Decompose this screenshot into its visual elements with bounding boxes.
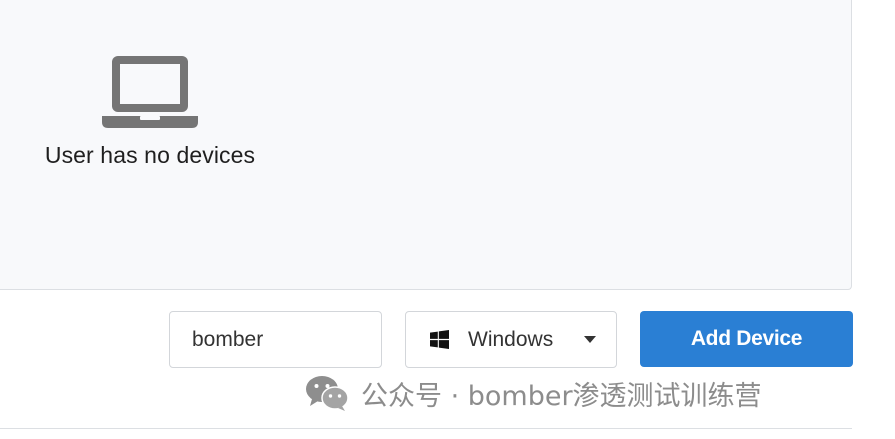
empty-state: User has no devices: [30, 52, 270, 169]
os-select-dropdown[interactable]: Windows: [405, 311, 617, 368]
no-devices-message: User has no devices: [44, 142, 256, 168]
laptop-icon: [102, 56, 198, 128]
windows-icon: [430, 330, 449, 349]
caret-down-icon: [584, 336, 596, 343]
os-select-value: Windows: [468, 327, 554, 351]
devices-panel: User has no devices: [0, 0, 852, 290]
divider: [0, 428, 852, 429]
watermark: 公众号 · bomber渗透测试训练营: [305, 372, 762, 414]
add-device-button[interactable]: Add Device: [640, 311, 853, 367]
watermark-text: 公众号 · bomber渗透测试训练营: [361, 380, 762, 412]
username-input[interactable]: [169, 311, 382, 368]
wechat-icon: [306, 376, 349, 411]
device-management-page: User has no devices Windows Add Device 公…: [0, 0, 895, 439]
